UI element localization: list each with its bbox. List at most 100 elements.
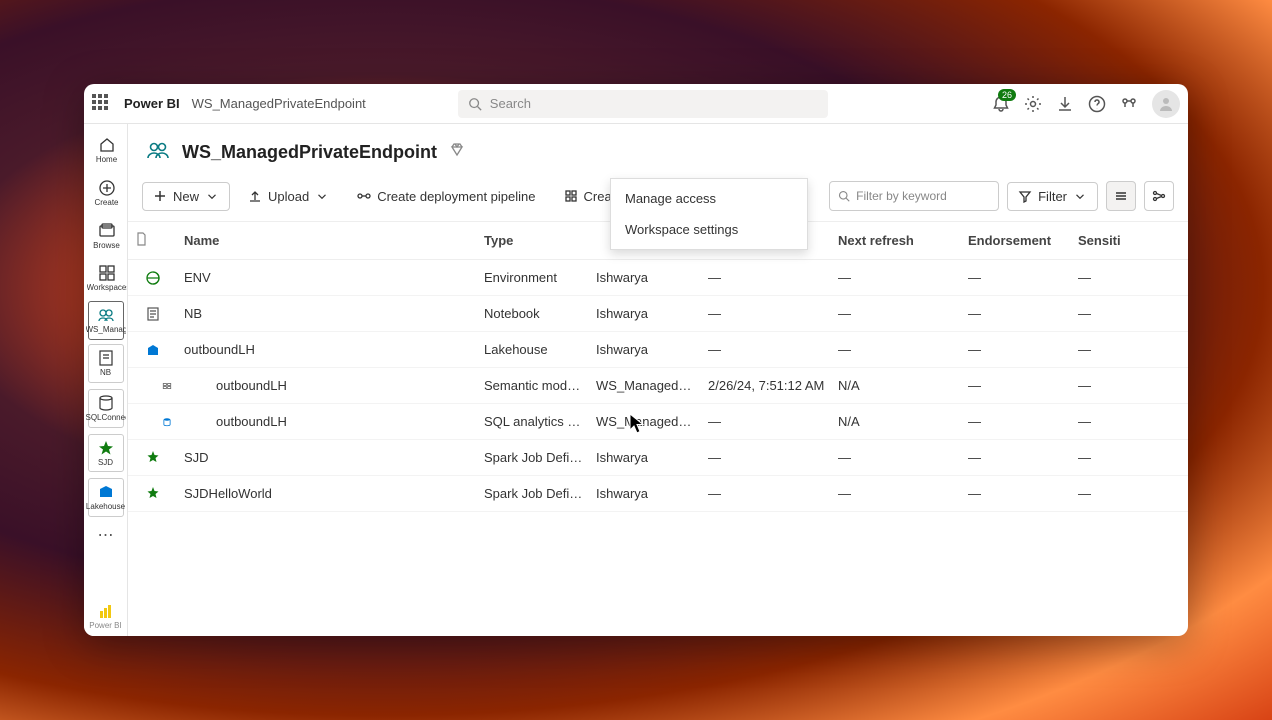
- chevron-down-icon: [205, 189, 219, 203]
- file-icon: [134, 232, 148, 246]
- table-row[interactable]: SJD Spark Job Definiti... Ishwarya — — —…: [128, 440, 1188, 476]
- item-type-icon: [128, 414, 178, 430]
- nav-sjd[interactable]: SJD: [88, 434, 124, 473]
- cell-owner: WS_ManagedPriv...: [590, 378, 702, 393]
- cell-next-refresh: —: [832, 342, 962, 357]
- table-row[interactable]: ENV Environment Ishwarya — — — —: [128, 260, 1188, 296]
- table-row[interactable]: NB Notebook Ishwarya — — — —: [128, 296, 1188, 332]
- breadcrumb[interactable]: WS_ManagedPrivateEndpoint: [192, 96, 366, 111]
- download-icon[interactable]: [1056, 95, 1074, 113]
- search-placeholder: Search: [490, 96, 531, 111]
- cell-type: Notebook: [478, 306, 590, 321]
- search-input[interactable]: Search: [458, 90, 828, 118]
- list-icon: [1114, 189, 1128, 203]
- cell-endorsement: —: [962, 450, 1072, 465]
- left-sidebar: Home Create Browse Workspaces WS_Managed…: [84, 124, 128, 636]
- cell-sensitivity: —: [1072, 450, 1132, 465]
- nav-home[interactable]: Home: [84, 130, 128, 171]
- cell-next-refresh: —: [832, 450, 962, 465]
- cell-owner: Ishwarya: [590, 306, 702, 321]
- list-view-button[interactable]: [1106, 181, 1136, 211]
- app-launcher-icon[interactable]: [92, 94, 112, 114]
- cell-name[interactable]: SJDHelloWorld: [178, 486, 478, 501]
- cell-endorsement: —: [962, 306, 1072, 321]
- avatar[interactable]: [1152, 90, 1180, 118]
- cell-name[interactable]: NB: [178, 306, 478, 321]
- nav-sqlconnect[interactable]: SQLConnect: [88, 389, 124, 428]
- nav-powerbi[interactable]: Power BI: [89, 603, 121, 630]
- cell-endorsement: —: [962, 486, 1072, 501]
- filter-icon: [1018, 189, 1032, 203]
- settings-icon[interactable]: [1024, 95, 1042, 113]
- chevron-down-icon: [1073, 189, 1087, 203]
- cell-owner: Ishwarya: [590, 342, 702, 357]
- cell-next-refresh: —: [832, 306, 962, 321]
- top-icons: 26: [992, 90, 1180, 118]
- help-icon[interactable]: [1088, 95, 1106, 113]
- col-name[interactable]: Name: [178, 233, 478, 248]
- item-type-icon: [128, 342, 178, 358]
- cell-refreshed: —: [702, 414, 832, 429]
- cell-name[interactable]: ENV: [178, 270, 478, 285]
- cell-type: Environment: [478, 270, 590, 285]
- nav-workspaces[interactable]: Workspaces: [84, 258, 128, 299]
- search-icon: [468, 97, 482, 111]
- cell-name[interactable]: outboundLH: [178, 342, 478, 357]
- col-endorsement[interactable]: Endorsement: [962, 233, 1072, 248]
- cell-sensitivity: —: [1072, 378, 1132, 393]
- item-type-icon: [128, 450, 178, 466]
- create-pipeline-button[interactable]: Create deployment pipeline: [347, 183, 545, 210]
- filter-button[interactable]: Filter: [1007, 182, 1098, 211]
- cell-next-refresh: N/A: [832, 378, 962, 393]
- cell-name[interactable]: outboundLH: [178, 414, 478, 429]
- cell-sensitivity: —: [1072, 306, 1132, 321]
- table-row[interactable]: outboundLH SQL analytics end... WS_Manag…: [128, 404, 1188, 440]
- chevron-down-icon: [315, 189, 329, 203]
- table-row[interactable]: outboundLH Semantic model (... WS_Manage…: [128, 368, 1188, 404]
- cell-name[interactable]: outboundLH: [178, 378, 478, 393]
- nav-more-icon[interactable]: ⋯: [98, 525, 114, 545]
- feedback-icon[interactable]: [1120, 95, 1138, 113]
- item-type-icon: [128, 486, 178, 502]
- cell-owner: Ishwarya: [590, 486, 702, 501]
- cell-owner: Ishwarya: [590, 450, 702, 465]
- notifications-icon[interactable]: 26: [992, 95, 1010, 113]
- cell-next-refresh: —: [832, 486, 962, 501]
- items-table: Name Type Next refresh Endorsement Sensi…: [128, 222, 1188, 636]
- nav-browse[interactable]: Browse: [84, 216, 128, 257]
- new-button[interactable]: New: [142, 182, 230, 211]
- cell-sensitivity: —: [1072, 270, 1132, 285]
- cell-type: SQL analytics end...: [478, 414, 590, 429]
- table-row[interactable]: SJDHelloWorld Spark Job Definiti... Ishw…: [128, 476, 1188, 512]
- workspace-header: WS_ManagedPrivateEndpoint: [128, 124, 1188, 177]
- cell-sensitivity: —: [1072, 414, 1132, 429]
- cell-next-refresh: N/A: [832, 414, 962, 429]
- item-type-icon: [128, 306, 178, 322]
- app-brand: Power BI: [124, 96, 180, 111]
- cell-endorsement: —: [962, 342, 1072, 357]
- col-sensitivity[interactable]: Sensiti: [1072, 233, 1132, 248]
- filter-keyword-input[interactable]: Filter by keyword: [829, 181, 999, 211]
- table-row[interactable]: outboundLH Lakehouse Ishwarya — — — —: [128, 332, 1188, 368]
- lineage-view-button[interactable]: [1144, 181, 1174, 211]
- nav-nb[interactable]: NB: [88, 344, 124, 383]
- cell-name[interactable]: SJD: [178, 450, 478, 465]
- col-next-refresh[interactable]: Next refresh: [832, 233, 962, 248]
- item-type-icon: [128, 378, 178, 394]
- notification-badge: 26: [998, 89, 1016, 101]
- menu-workspace-settings[interactable]: Workspace settings: [611, 214, 807, 245]
- upload-button[interactable]: Upload: [238, 183, 339, 210]
- cell-endorsement: —: [962, 270, 1072, 285]
- cell-refreshed: 2/26/24, 7:51:12 AM: [702, 378, 832, 393]
- more-dropdown-menu: Manage access Workspace settings: [610, 178, 808, 250]
- menu-manage-access[interactable]: Manage access: [611, 183, 807, 214]
- nav-create[interactable]: Create: [84, 173, 128, 214]
- nav-ws-managed[interactable]: WS_ManagedPrivateE...: [88, 301, 124, 340]
- nav-lakehouse[interactable]: Lakehouse: [88, 478, 124, 517]
- cell-refreshed: —: [702, 450, 832, 465]
- cell-refreshed: —: [702, 270, 832, 285]
- col-type[interactable]: Type: [478, 233, 590, 248]
- cell-type: Lakehouse: [478, 342, 590, 357]
- cell-owner: Ishwarya: [590, 270, 702, 285]
- cell-type: Semantic model (...: [478, 378, 590, 393]
